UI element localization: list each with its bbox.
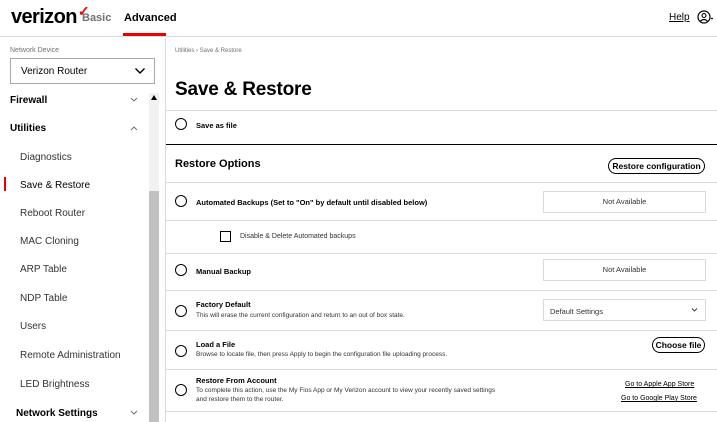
apple-app-store-link[interactable]: Go to Apple App Store	[625, 381, 694, 388]
sidebar-item-label: Network Settings	[16, 408, 98, 419]
divider	[166, 369, 717, 370]
factory-default-description: This will erase the current configuratio…	[196, 312, 405, 319]
sidebar: Network Device Verizon Router Firewall U…	[0, 38, 166, 422]
divider	[166, 411, 717, 412]
automated-backups-radio[interactable]	[175, 195, 187, 207]
restore-from-account-radio[interactable]	[175, 384, 187, 396]
sidebar-item-ndp-table[interactable]: NDP Table	[0, 293, 148, 307]
top-bar: verizon✓ Basic Advanced Help	[0, 0, 717, 37]
sidebar-item-label: Remote Administration	[20, 350, 121, 361]
restore-options-title: Restore Options	[175, 158, 261, 170]
divider	[166, 220, 717, 221]
sidebar-item-diagnostics[interactable]: Diagnostics	[0, 152, 148, 166]
tab-advanced[interactable]: Advanced	[124, 12, 177, 24]
chevron-down-icon	[130, 410, 138, 415]
divider	[166, 330, 717, 331]
load-a-file-label: Load a File	[196, 340, 236, 349]
manual-backup-label: Manual Backup	[196, 267, 252, 276]
divider	[166, 144, 717, 145]
sidebar-item-save-restore[interactable]: Save & Restore	[0, 180, 148, 194]
restore-configuration-button[interactable]: Restore configuration	[608, 158, 705, 174]
automated-backups-status: Not Available	[543, 191, 706, 213]
choose-file-button[interactable]: Choose file	[652, 337, 705, 353]
divider	[166, 182, 717, 183]
tab-basic[interactable]: Basic	[82, 12, 111, 24]
logo-text: verizon	[11, 6, 77, 28]
load-a-file-radio[interactable]	[175, 345, 187, 357]
load-a-file-description: Browse to locate file, then press Apply …	[196, 351, 448, 358]
factory-default-select[interactable]: Default Settings	[543, 299, 706, 321]
restore-from-account-label: Restore From Account	[196, 376, 277, 385]
sidebar-item-label: ARP Table	[20, 264, 67, 275]
network-device-value: Verizon Router	[21, 66, 88, 77]
sidebar-item-label: Users	[20, 321, 47, 332]
restore-from-account-description-line1: To complete this action, use the My Fios…	[196, 387, 496, 394]
sidebar-item-reboot-router[interactable]: Reboot Router	[0, 208, 148, 222]
disable-automated-backups-checkbox[interactable]	[220, 231, 231, 242]
sidebar-item-label: LED Brightness	[20, 379, 90, 390]
save-as-file-radio[interactable]	[175, 118, 187, 130]
sidebar-item-network-settings[interactable]: Network Settings	[0, 408, 148, 422]
network-device-label: Network Device	[10, 47, 60, 54]
sidebar-item-label: MAC Cloning	[20, 236, 79, 247]
manual-backup-radio[interactable]	[175, 264, 187, 276]
sidebar-item-remote-administration[interactable]: Remote Administration	[0, 350, 148, 364]
factory-default-radio[interactable]	[175, 305, 187, 317]
sidebar-item-label: Diagnostics	[20, 152, 72, 163]
sidebar-item-users[interactable]: Users	[0, 321, 148, 335]
verizon-logo[interactable]: verizon✓	[11, 3, 90, 29]
factory-default-select-value: Default Settings	[550, 307, 603, 316]
sidebar-item-led-brightness[interactable]: LED Brightness	[0, 379, 148, 393]
chevron-up-icon	[130, 126, 138, 131]
sidebar-scrollbar-thumb[interactable]	[149, 191, 159, 422]
automated-backups-label: Automated Backups (Set to "On" by defaul…	[196, 198, 428, 207]
chevron-down-icon	[130, 97, 138, 102]
factory-default-label: Factory Default	[196, 300, 251, 309]
network-device-select[interactable]: Verizon Router	[10, 58, 155, 84]
sidebar-item-utilities[interactable]: Utilities	[0, 123, 148, 137]
sidebar-item-arp-table[interactable]: ARP Table	[0, 264, 148, 278]
breadcrumb[interactable]: Utilities › Save & Restore	[175, 48, 242, 54]
sidebar-item-label: Utilities	[10, 123, 47, 134]
user-icon[interactable]	[697, 9, 713, 25]
sidebar-item-firewall[interactable]: Firewall	[0, 95, 148, 109]
scroll-up-arrow-icon[interactable]	[151, 95, 157, 100]
sidebar-item-label: Firewall	[10, 95, 48, 106]
sidebar-item-label: NDP Table	[20, 293, 68, 304]
divider	[166, 290, 717, 291]
sidebar-item-label: Save & Restore	[20, 180, 91, 191]
google-play-store-link[interactable]: Go to Google Play Store	[621, 395, 697, 402]
active-tab-indicator	[123, 33, 166, 36]
sidebar-item-mac-cloning[interactable]: MAC Cloning	[0, 236, 148, 250]
divider	[166, 253, 717, 254]
chevron-down-icon	[691, 308, 698, 312]
sidebar-item-label: Reboot Router	[20, 208, 86, 219]
disable-automated-backups-label: Disable & Delete Automated backups	[240, 233, 356, 240]
help-link[interactable]: Help	[669, 12, 690, 23]
chevron-down-icon	[135, 68, 145, 74]
divider	[166, 110, 717, 111]
restore-from-account-description-line2: and restore them to the router.	[196, 396, 284, 403]
save-as-file-label: Save as file	[196, 121, 237, 130]
manual-backup-status: Not Available	[543, 259, 706, 281]
page-title: Save & Restore	[175, 79, 312, 100]
